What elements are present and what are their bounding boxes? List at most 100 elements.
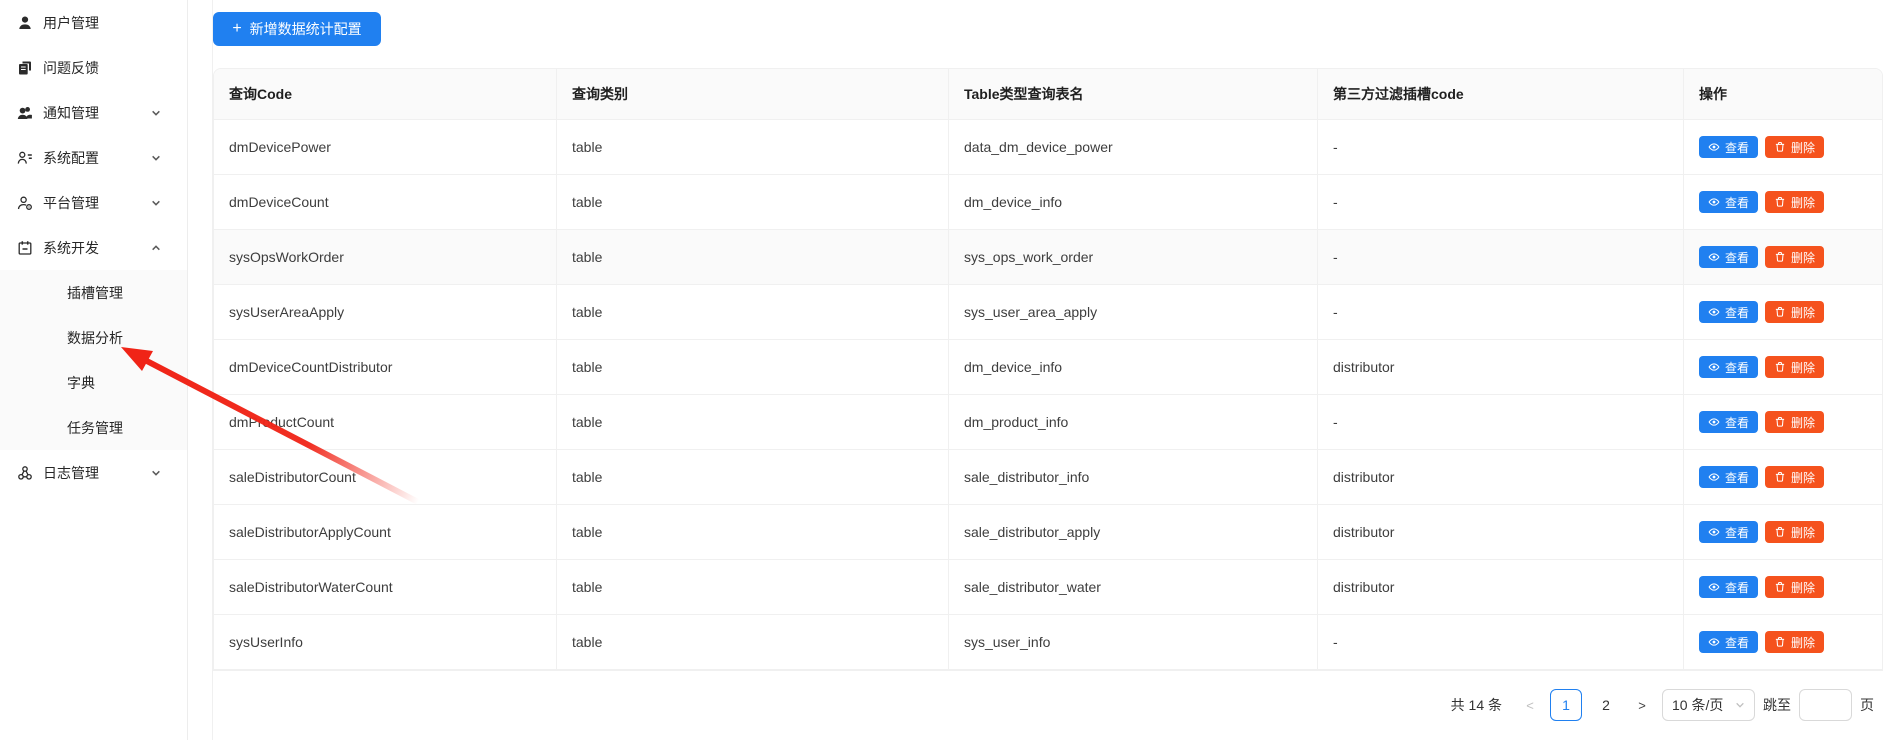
sidebar-item-label: 平台管理 xyxy=(43,193,99,213)
cell-table-name: sale_distributor_info xyxy=(949,450,1318,504)
sidebar-subitem-dictionary[interactable]: 字典 xyxy=(0,360,187,405)
view-button[interactable]: 查看 xyxy=(1699,466,1758,488)
cell-query-type: table xyxy=(557,340,949,394)
delete-button[interactable]: 删除 xyxy=(1765,631,1824,653)
cell-query-code: dmProductCount xyxy=(214,395,557,449)
view-button[interactable]: 查看 xyxy=(1699,246,1758,268)
cell-actions: 查看 删除 xyxy=(1684,505,1883,559)
sidebar-subitem-data-analysis[interactable]: 数据分析 xyxy=(0,315,187,360)
sidebar-item-feedback[interactable]: 问题反馈 xyxy=(0,45,187,90)
delete-button[interactable]: 删除 xyxy=(1765,191,1824,213)
cell-actions: 查看 删除 xyxy=(1684,175,1883,229)
delete-button[interactable]: 删除 xyxy=(1765,136,1824,158)
sidebar-item-platform[interactable]: 平台管理 xyxy=(0,180,187,225)
page-size-select[interactable]: 10 条/页 xyxy=(1662,689,1755,721)
cell-query-code: sysUserAreaApply xyxy=(214,285,557,339)
cell-actions: 查看 删除 xyxy=(1684,230,1883,284)
notification-icon xyxy=(17,105,33,121)
add-statistic-config-button[interactable]: + 新增数据统计配置 xyxy=(213,12,381,46)
delete-button-label: 删除 xyxy=(1791,194,1815,211)
table-row: sysOpsWorkOrder table sys_ops_work_order… xyxy=(214,230,1882,285)
sidebar: 用户管理 问题反馈 通知管理 系统配置 平台管理 系统开发 插槽管理 数据分析 … xyxy=(0,0,188,740)
view-button-label: 查看 xyxy=(1725,524,1749,541)
cell-table-name: dm_device_info xyxy=(949,340,1318,394)
table-header-row: 查询Code 查询类别 Table类型查询表名 第三方过滤插槽code 操作 xyxy=(214,69,1882,120)
cell-table-name: sale_distributor_apply xyxy=(949,505,1318,559)
feedback-icon xyxy=(17,60,33,76)
view-button-label: 查看 xyxy=(1725,634,1749,651)
view-button[interactable]: 查看 xyxy=(1699,301,1758,323)
delete-button[interactable]: 删除 xyxy=(1765,466,1824,488)
pagination: 共 14 条 < 12 > 10 条/页 跳至 页 xyxy=(1451,689,1874,721)
pagination-prev-button[interactable]: < xyxy=(1518,689,1542,721)
delete-button[interactable]: 删除 xyxy=(1765,521,1824,543)
pagination-page-2[interactable]: 2 xyxy=(1590,689,1622,721)
cell-query-type: table xyxy=(557,230,949,284)
delete-button[interactable]: 删除 xyxy=(1765,411,1824,433)
delete-button[interactable]: 删除 xyxy=(1765,356,1824,378)
cell-query-type: table xyxy=(557,175,949,229)
delete-button-label: 删除 xyxy=(1791,524,1815,541)
eye-icon xyxy=(1708,416,1720,428)
cell-actions: 查看 删除 xyxy=(1684,120,1883,174)
delete-button-label: 删除 xyxy=(1791,249,1815,266)
delete-button[interactable]: 删除 xyxy=(1765,246,1824,268)
sidebar-item-notification[interactable]: 通知管理 xyxy=(0,90,187,135)
trash-icon xyxy=(1774,251,1786,263)
view-button[interactable]: 查看 xyxy=(1699,411,1758,433)
column-header-query-type: 查询类别 xyxy=(557,69,949,119)
view-button[interactable]: 查看 xyxy=(1699,191,1758,213)
sidebar-subitem-slot-manage[interactable]: 插槽管理 xyxy=(0,270,187,315)
delete-button[interactable]: 删除 xyxy=(1765,301,1824,323)
cell-query-type: table xyxy=(557,450,949,504)
cell-query-code: dmDevicePower xyxy=(214,120,557,174)
jump-page-input[interactable] xyxy=(1799,689,1852,721)
view-button-label: 查看 xyxy=(1725,469,1749,486)
pagination-next-button[interactable]: > xyxy=(1630,689,1654,721)
eye-icon xyxy=(1708,471,1720,483)
cell-query-type: table xyxy=(557,560,949,614)
plus-icon: + xyxy=(232,21,241,37)
delete-button[interactable]: 删除 xyxy=(1765,576,1824,598)
eye-icon xyxy=(1708,581,1720,593)
chevron-down-icon xyxy=(151,468,161,478)
submenu-item-label: 字典 xyxy=(67,373,95,393)
cell-query-code: dmDeviceCount xyxy=(214,175,557,229)
eye-icon xyxy=(1708,526,1720,538)
cell-table-name: sys_ops_work_order xyxy=(949,230,1318,284)
eye-icon xyxy=(1708,361,1720,373)
view-button[interactable]: 查看 xyxy=(1699,136,1758,158)
submenu-item-label: 任务管理 xyxy=(67,418,123,438)
trash-icon xyxy=(1774,581,1786,593)
view-button[interactable]: 查看 xyxy=(1699,631,1758,653)
view-button[interactable]: 查看 xyxy=(1699,356,1758,378)
trash-icon xyxy=(1774,471,1786,483)
chevron-down-icon xyxy=(151,198,161,208)
column-header-query-code: 查询Code xyxy=(214,69,557,119)
chevron-down-icon xyxy=(151,153,161,163)
pagination-page-1[interactable]: 1 xyxy=(1550,689,1582,721)
trash-icon xyxy=(1774,636,1786,648)
view-button[interactable]: 查看 xyxy=(1699,576,1758,598)
eye-icon xyxy=(1708,141,1720,153)
table-row: dmDeviceCount table dm_device_info - 查看 xyxy=(214,175,1882,230)
sidebar-item-label: 通知管理 xyxy=(43,103,99,123)
cell-query-type: table xyxy=(557,285,949,339)
sidebar-item-system-config[interactable]: 系统配置 xyxy=(0,135,187,180)
sidebar-item-user[interactable]: 用户管理 xyxy=(0,0,187,45)
table-row: dmProductCount table dm_product_info - 查… xyxy=(214,395,1882,450)
page-size-value: 10 条/页 xyxy=(1672,695,1723,715)
eye-icon xyxy=(1708,636,1720,648)
cell-actions: 查看 删除 xyxy=(1684,450,1883,504)
delete-button-label: 删除 xyxy=(1791,139,1815,156)
table-row: sysUserAreaApply table sys_user_area_app… xyxy=(214,285,1882,340)
cell-table-name: sale_distributor_water xyxy=(949,560,1318,614)
chevron-down-icon xyxy=(151,108,161,118)
chevron-up-icon xyxy=(151,243,161,253)
submenu-item-label: 数据分析 xyxy=(67,328,123,348)
sidebar-subitem-task-manage[interactable]: 任务管理 xyxy=(0,405,187,450)
sidebar-item-logs[interactable]: 日志管理 xyxy=(0,450,187,495)
eye-icon xyxy=(1708,196,1720,208)
view-button[interactable]: 查看 xyxy=(1699,521,1758,543)
sidebar-item-system-dev[interactable]: 系统开发 xyxy=(0,225,187,270)
